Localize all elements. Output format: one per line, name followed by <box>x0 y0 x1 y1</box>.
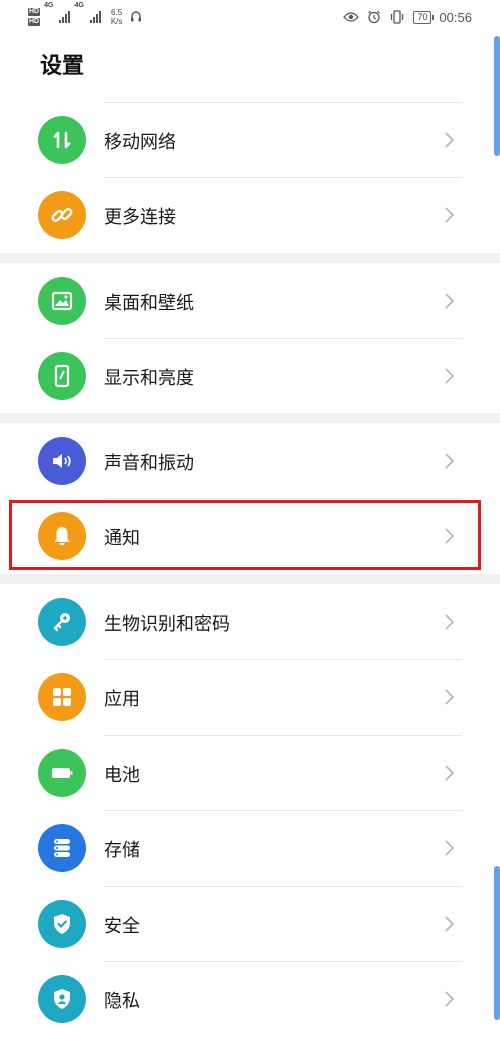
hd-badge-bottom: HD <box>28 18 41 26</box>
row-separator <box>104 659 462 660</box>
settings-item-sound-vibration[interactable]: 声音和振动 <box>0 423 500 499</box>
settings-item-apps[interactable]: 应用 <box>0 659 500 735</box>
chevron-right-icon <box>445 453 455 469</box>
row-separator <box>104 177 462 178</box>
signal-icon <box>59 11 71 23</box>
settings-item-label: 桌面和壁纸 <box>104 293 194 314</box>
chevron-right-icon <box>445 132 455 148</box>
status-right: 70 00:56 <box>343 6 472 28</box>
privacy-shield-icon <box>38 975 86 1023</box>
highlight-box <box>9 500 481 570</box>
image-icon <box>38 277 86 325</box>
shield-check-icon <box>38 900 86 948</box>
settings-item-label: 更多连接 <box>104 207 176 228</box>
network-speed-unit: K/s <box>110 17 123 26</box>
settings-item-storage[interactable]: 存储 <box>0 810 500 886</box>
settings-item-label: 生物识别和密码 <box>104 614 230 635</box>
row-separator <box>104 102 462 103</box>
settings-item-privacy[interactable]: 隐私 <box>0 961 500 1037</box>
battery-icon <box>38 749 86 797</box>
settings-item-mobile-network[interactable]: 移动网络 <box>0 102 500 178</box>
clock: 00:56 <box>439 9 472 25</box>
network-type-1: 4G <box>44 2 54 9</box>
chevron-right-icon <box>445 689 455 705</box>
headset-icon <box>131 11 142 22</box>
row-separator <box>104 498 462 499</box>
settings-item-label: 应用 <box>104 689 140 710</box>
network-speed: 6.5 K/s <box>111 8 123 26</box>
settings-item-label: 显示和亮度 <box>104 368 194 389</box>
settings-item-more-connections[interactable]: 更多连接 <box>0 177 500 253</box>
section-divider <box>0 413 500 423</box>
scrollbar-thumb[interactable] <box>494 36 500 156</box>
settings-item-biometrics-password[interactable]: 生物识别和密码 <box>0 584 500 660</box>
signal-icon-2 <box>89 11 101 23</box>
chevron-right-icon <box>445 207 455 223</box>
row-separator <box>104 961 462 962</box>
settings-item-battery[interactable]: 电池 <box>0 735 500 811</box>
settings-item-label: 存储 <box>104 840 140 861</box>
section-divider <box>0 253 500 263</box>
chevron-right-icon <box>445 368 455 384</box>
section-divider <box>0 574 500 584</box>
scrollbar-thumb[interactable] <box>494 866 500 1020</box>
phone-display-icon <box>38 352 86 400</box>
apps-grid-icon <box>38 673 86 721</box>
network-type-2: 4G <box>74 2 84 9</box>
storage-icon <box>38 824 86 872</box>
vibrate-icon <box>391 10 404 24</box>
chevron-right-icon <box>445 765 455 781</box>
settings-item-display-brightness[interactable]: 显示和亮度 <box>0 338 500 414</box>
eye-comfort-icon <box>343 12 360 22</box>
status-left: HD HD 4G 4G 6.5 K/s <box>28 2 142 30</box>
chevron-right-icon <box>445 293 455 309</box>
hd-badges: HD HD <box>28 7 41 27</box>
network-speed-value: 6.5 <box>111 8 123 17</box>
chevron-right-icon <box>445 991 455 1007</box>
volume-icon <box>38 437 86 485</box>
hd-badge-top: HD <box>28 8 41 16</box>
settings-item-label: 隐私 <box>104 991 140 1012</box>
link-icon <box>38 191 86 239</box>
settings-item-label: 安全 <box>104 916 140 937</box>
settings-item-label: 声音和振动 <box>104 453 194 474</box>
row-separator <box>104 338 462 339</box>
settings-item-security[interactable]: 安全 <box>0 886 500 962</box>
settings-item-label: 移动网络 <box>104 132 176 153</box>
chevron-right-icon <box>445 916 455 932</box>
status-bar: HD HD 4G 4G 6.5 K/s 70 00:56 <box>0 0 500 34</box>
chevron-right-icon <box>445 840 455 856</box>
settings-item-home-wallpaper[interactable]: 桌面和壁纸 <box>0 263 500 339</box>
settings-item-label: 电池 <box>104 765 140 786</box>
key-icon <box>38 598 86 646</box>
alarm-icon <box>368 10 381 24</box>
battery-indicator: 70 <box>413 10 435 24</box>
row-separator <box>104 810 462 811</box>
page-title: 设置 <box>40 54 85 79</box>
chevron-right-icon <box>445 614 455 630</box>
row-separator <box>104 735 462 736</box>
row-separator <box>104 886 462 887</box>
mobile-data-icon <box>38 116 86 164</box>
